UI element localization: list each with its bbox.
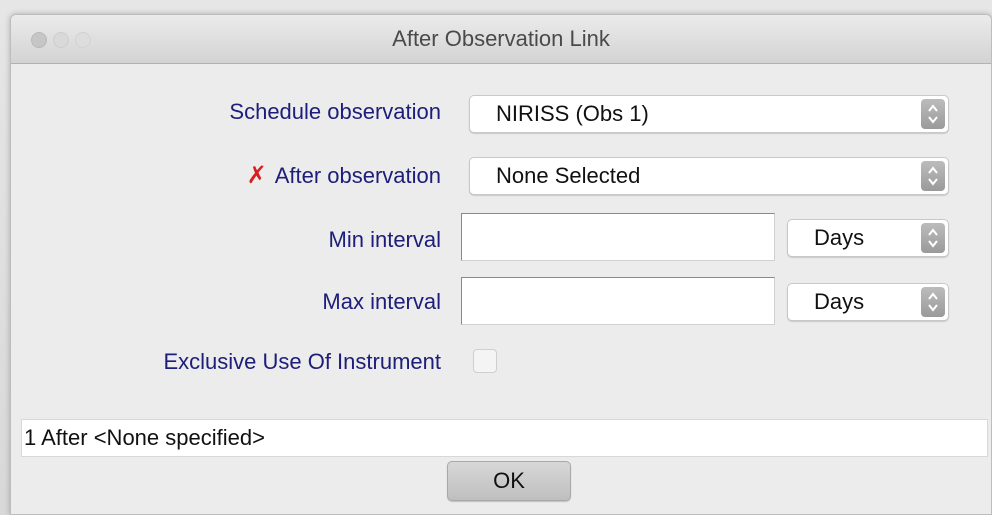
title-bar[interactable]: After Observation Link [11,15,991,64]
max-interval-label: Max interval [322,289,441,314]
link-summary-text: 1 After <None specified> [24,425,265,450]
schedule-observation-value: NIRISS (Obs 1) [496,101,649,126]
max-interval-unit-value: Days [814,289,865,314]
x-mark-icon: ✗ [246,162,267,189]
stepper-arrows-icon [921,161,945,191]
schedule-observation-label: Schedule observation [229,99,441,124]
max-interval-unit-select[interactable]: Days [787,283,949,321]
schedule-observation-select[interactable]: NIRISS (Obs 1) [469,95,949,133]
min-interval-unit-value: Days [814,225,865,250]
min-interval-label: Min interval [328,227,441,252]
after-observation-label: After observation [274,163,441,188]
after-observation-select[interactable]: None Selected [469,157,949,195]
after-observation-value: None Selected [496,163,641,188]
exclusive-use-label: Exclusive Use Of Instrument [163,349,441,374]
exclusive-use-checkbox[interactable] [473,349,497,373]
max-interval-input[interactable] [461,277,775,325]
min-interval-unit-select[interactable]: Days [787,219,949,257]
window-title: After Observation Link [392,26,610,51]
after-observation-label-row: ✗ After observation [247,161,441,190]
stepper-arrows-icon [921,99,945,129]
stepper-arrows-icon [921,287,945,317]
ok-button[interactable]: OK [447,461,571,501]
stepper-arrows-icon [921,223,945,253]
link-summary-bar: 1 After <None specified> [21,419,988,457]
dialog-window: After Observation Link Schedule observat… [10,14,992,515]
min-interval-input[interactable] [461,213,775,261]
